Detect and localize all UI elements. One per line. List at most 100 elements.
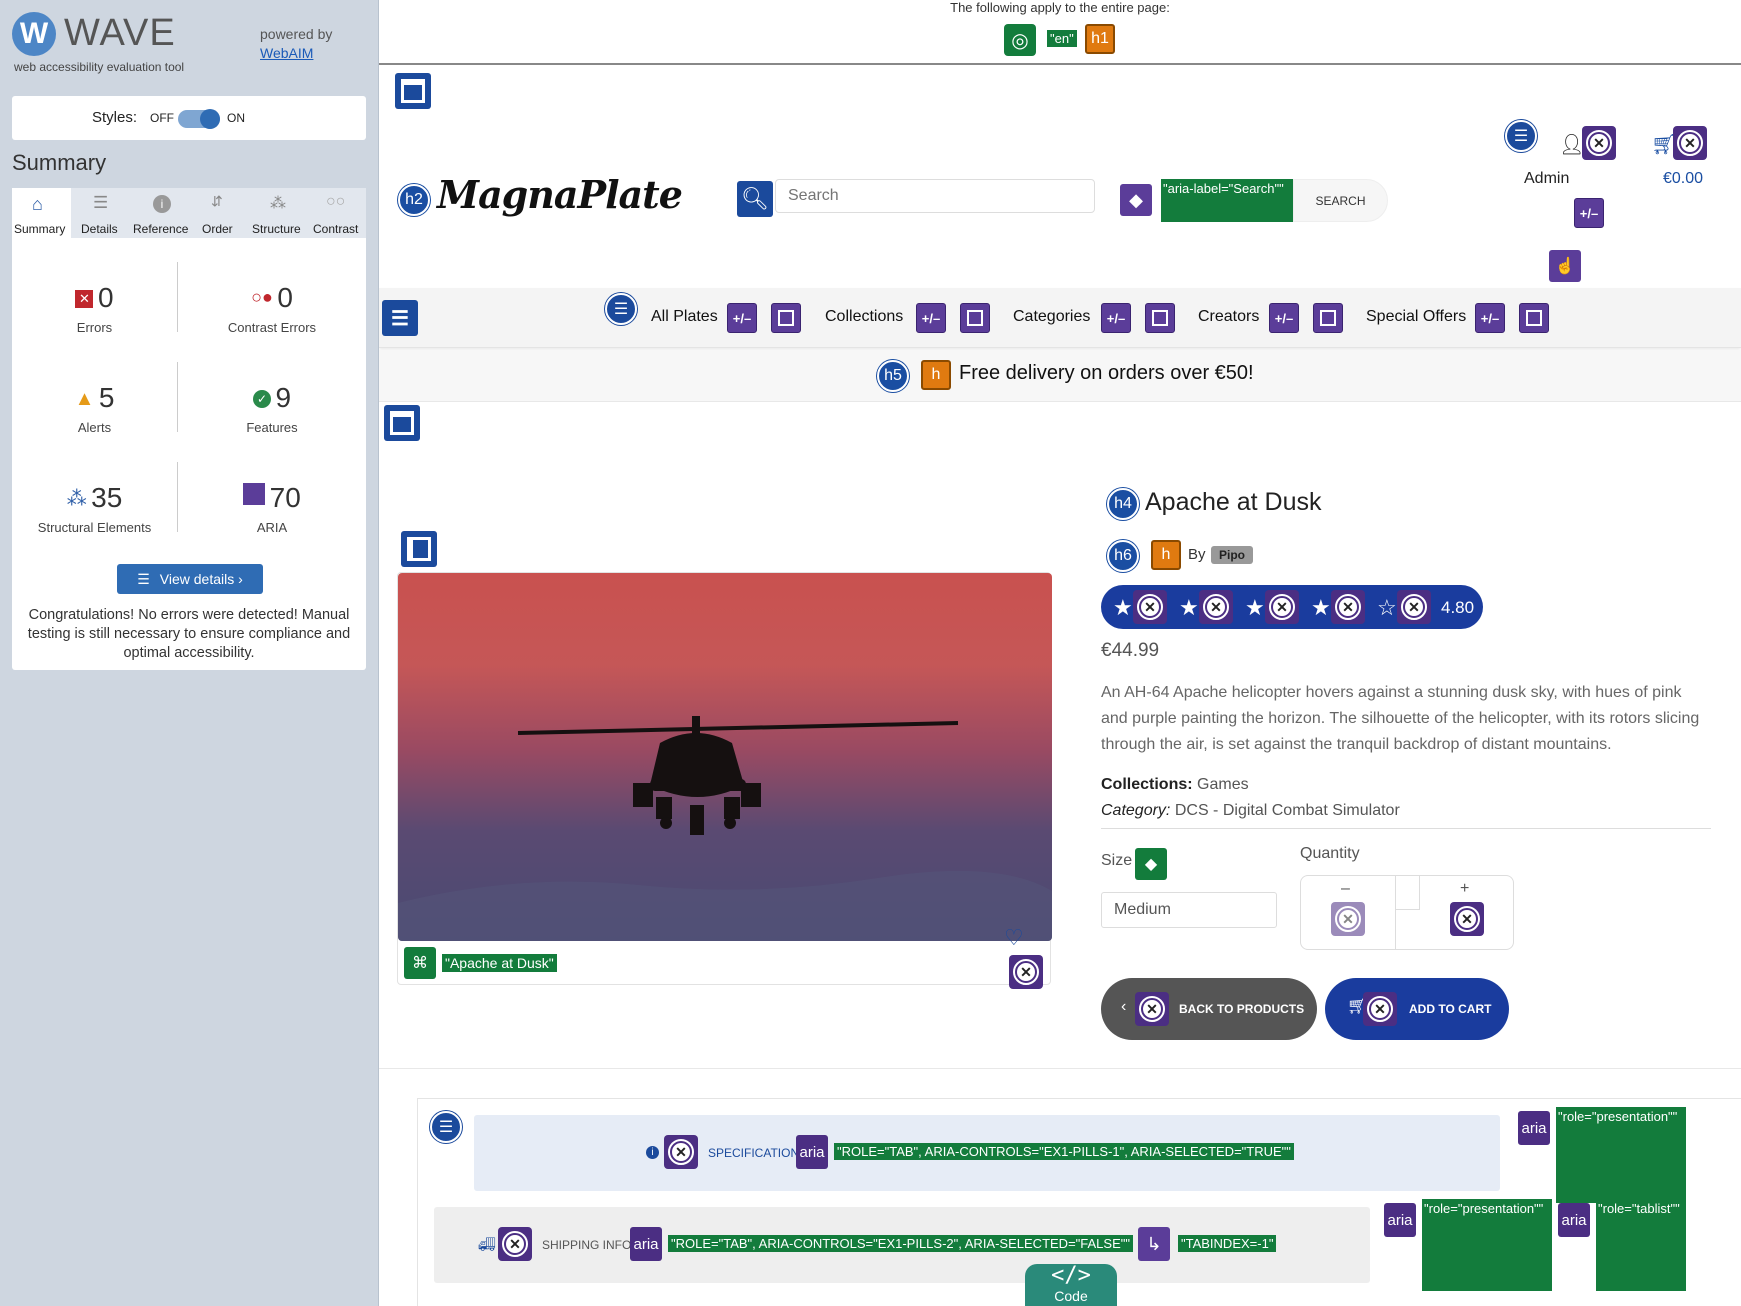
admin-label[interactable]: Admin (1524, 170, 1569, 188)
h2-badge[interactable]: h2 (398, 184, 430, 216)
list-icon: ☰ (137, 570, 150, 587)
popup-icon[interactable] (1145, 303, 1175, 333)
heading-alert-icon[interactable]: h (1151, 540, 1181, 570)
tab-contrast[interactable]: ○○ Contrast (308, 188, 366, 238)
expanded-toggle-icon[interactable]: +/– (727, 303, 757, 333)
aria-hidden-icon: ✕ (664, 1135, 698, 1169)
add-to-cart-button[interactable]: 🛒︎ ✕ ADD TO CART (1325, 978, 1509, 1040)
h4-badge[interactable]: h4 (1107, 488, 1139, 520)
tab-specification[interactable]: i ✕ SPECIFICATION aria "ROLE="TAB", ARIA… (474, 1115, 1500, 1191)
expanded-toggle-icon[interactable]: +/– (1269, 303, 1299, 333)
search-landmark-icon[interactable]: 🔍︎ (737, 181, 773, 217)
code-toggle-button[interactable]: </> Code (1025, 1264, 1117, 1306)
landmark-header-icon[interactable] (395, 73, 431, 109)
heading-alert-icon[interactable]: h (921, 360, 951, 390)
home-icon: ⌂ (32, 194, 43, 214)
webaim-link[interactable]: WebAIM (260, 45, 313, 61)
aria-icon (243, 483, 266, 505)
h1-alert-icon[interactable]: h1 (1085, 24, 1115, 54)
expanded-toggle-icon[interactable]: +/– (916, 303, 946, 333)
heart-icon[interactable]: ♡ (1004, 925, 1024, 951)
role-presentation-label: "role="presentation"" (1556, 1107, 1686, 1203)
by-label: By (1188, 546, 1206, 563)
search-input[interactable] (775, 179, 1095, 213)
aria-icon[interactable]: aria (1518, 1111, 1550, 1145)
menu-popup-icon[interactable]: ☝ (1549, 250, 1581, 282)
nav-item-creators[interactable]: Creators (1198, 308, 1259, 326)
popup-icon[interactable] (960, 303, 990, 333)
nav-item-special-offers[interactable]: Special Offers (1366, 308, 1466, 326)
tab-structure[interactable]: ⁂ Structure (248, 188, 308, 238)
view-details-label: View details › (159, 571, 243, 587)
chevron-left-icon: ‹ (1121, 998, 1127, 1015)
popup-icon[interactable] (771, 303, 801, 333)
tab-shipping-info[interactable]: 🚚︎ ✕ SHIPPING INFO aria "ROLE="TAB", ARI… (434, 1207, 1370, 1283)
list-icon[interactable]: ☰ (430, 1111, 462, 1143)
landmark-nav-icon[interactable]: ☰ (382, 300, 418, 336)
aria-icon[interactable]: aria (630, 1227, 662, 1261)
aria-hidden-icon[interactable]: ✕ (1673, 126, 1707, 160)
tab-label: Details (81, 222, 118, 236)
qty-plus-button[interactable]: + ✕ (1420, 876, 1515, 949)
tab-order[interactable]: ⇵ Order (192, 188, 248, 238)
wave-logo-text: WAVE (64, 12, 176, 54)
popup-icon[interactable] (1313, 303, 1343, 333)
tag-icon[interactable]: ◆ (1120, 184, 1152, 216)
aria-hidden-icon[interactable]: ✕ (1397, 590, 1431, 624)
cart-total[interactable]: €0.00 (1663, 170, 1703, 188)
structural-stat: ⁂ 35 (12, 482, 177, 514)
landmark-main-icon[interactable] (384, 405, 420, 441)
tag-icon[interactable]: ◆ (1135, 848, 1167, 880)
collections-row: Collections: Games (1101, 776, 1249, 794)
product-image[interactable] (398, 573, 1052, 941)
feature-icon: ✓ (252, 390, 271, 408)
aria-hidden-icon[interactable]: ✕ (1331, 590, 1365, 624)
size-label: Size (1101, 852, 1133, 869)
aria-hidden-icon[interactable]: ✕ (1199, 590, 1233, 624)
qty-input[interactable] (1396, 876, 1420, 910)
list-icon[interactable]: ☰ (1505, 120, 1537, 152)
tab-label: Summary (14, 222, 66, 236)
errors-label: Errors (76, 320, 113, 335)
back-to-products-button[interactable]: ‹ ✕ BACK TO PRODUCTS (1101, 978, 1317, 1040)
tab-summary[interactable]: ⌂ Summary (12, 188, 71, 238)
creator-badge[interactable]: Pipo (1211, 546, 1253, 564)
h5-badge[interactable]: h5 (877, 360, 909, 392)
page-level-strip: The following apply to the entire page: … (379, 0, 1741, 65)
list-icon[interactable]: ☰ (605, 293, 637, 325)
linked-image-icon[interactable]: ⌘ (404, 947, 436, 979)
wave-logo-icon: W (12, 12, 56, 56)
aria-hidden-icon[interactable]: ✕ (1009, 955, 1043, 989)
spec-tab-label: SPECIFICATION (708, 1146, 800, 1160)
aria-icon[interactable]: aria (1558, 1203, 1590, 1237)
expanded-toggle-icon[interactable]: +/– (1101, 303, 1131, 333)
expanded-toggle-icon[interactable]: +/– (1475, 303, 1505, 333)
nav-item-all-plates[interactable]: All Plates (651, 308, 718, 326)
aria-hidden-icon[interactable]: ✕ (1133, 590, 1167, 624)
expanded-toggle-icon[interactable]: +/– (1574, 198, 1604, 228)
size-select[interactable]: Medium (1101, 892, 1277, 928)
h6-badge[interactable]: h6 (1107, 540, 1139, 572)
search-button[interactable]: SEARCH (1293, 179, 1388, 222)
tab-details[interactable]: ☰ Details (71, 188, 130, 238)
qty-minus-button[interactable]: – ✕ (1301, 876, 1396, 949)
styles-toggle[interactable] (178, 109, 220, 129)
user-icon[interactable]: 👤︎ (1559, 132, 1584, 157)
aria-label: ARIA (256, 520, 288, 535)
landmark-figure-icon[interactable] (401, 531, 437, 567)
popup-icon[interactable] (1519, 303, 1549, 333)
aria-icon[interactable]: aria (796, 1135, 828, 1169)
tab-reference[interactable]: i Reference (130, 188, 192, 238)
nav-item-categories[interactable]: Categories (1013, 308, 1090, 326)
congrats-message: Congratulations! No errors were detected… (27, 607, 351, 661)
view-details-button[interactable]: ☰ View details › (117, 564, 263, 594)
aria-icon[interactable]: aria (1384, 1203, 1416, 1237)
globe-icon[interactable]: ◎ (1004, 24, 1036, 56)
aria-hidden-icon: ✕ (498, 1227, 532, 1261)
brand-logo[interactable]: MagnaPlate (437, 172, 683, 217)
nav-item-collections[interactable]: Collections (825, 308, 903, 326)
aria-hidden-icon[interactable]: ✕ (1582, 126, 1616, 160)
tabindex-icon[interactable]: ↳ (1138, 1227, 1170, 1261)
aria-hidden-icon: ✕ (1331, 902, 1365, 936)
aria-hidden-icon[interactable]: ✕ (1265, 590, 1299, 624)
